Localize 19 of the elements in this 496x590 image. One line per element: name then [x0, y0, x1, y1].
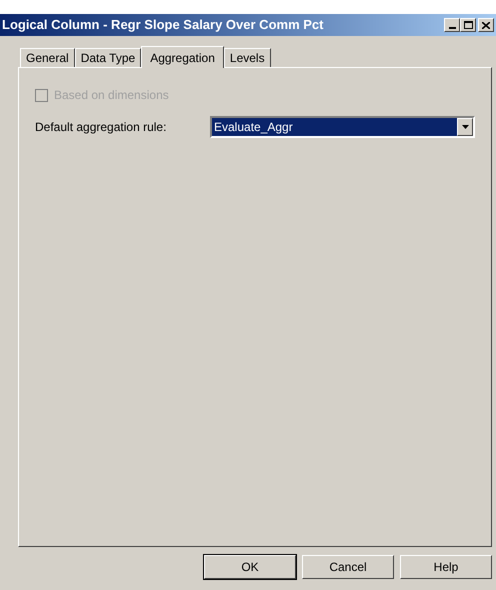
dialog-button[interactable]: Help	[400, 555, 492, 579]
dropdown-value: Evaluate_Aggr	[213, 119, 294, 136]
dropdown-arrow-button[interactable]	[457, 118, 473, 136]
tab[interactable]: Levels	[224, 48, 271, 67]
caret-icon	[462, 125, 468, 129]
maximize-button[interactable]	[460, 18, 476, 32]
tab[interactable]: Aggregation	[141, 46, 224, 68]
aggregation-rule-dropdown[interactable]: Evaluate_Aggr	[210, 116, 475, 138]
close-icon	[482, 22, 490, 28]
minimize-icon	[448, 27, 456, 29]
dialog-button[interactable]: OK	[204, 555, 296, 579]
minimize-button[interactable]	[444, 18, 460, 32]
tab[interactable]: General	[20, 48, 75, 67]
window-title: Logical Column - Regr Slope Salary Over Comm Pct	[2, 16, 324, 34]
tab[interactable]: Data Type	[74, 48, 142, 67]
dialog-button[interactable]: Cancel	[302, 555, 394, 579]
maximize-icon	[464, 21, 472, 29]
field-label: Default aggregation rule:	[35, 119, 168, 136]
close-button[interactable]	[478, 18, 494, 32]
